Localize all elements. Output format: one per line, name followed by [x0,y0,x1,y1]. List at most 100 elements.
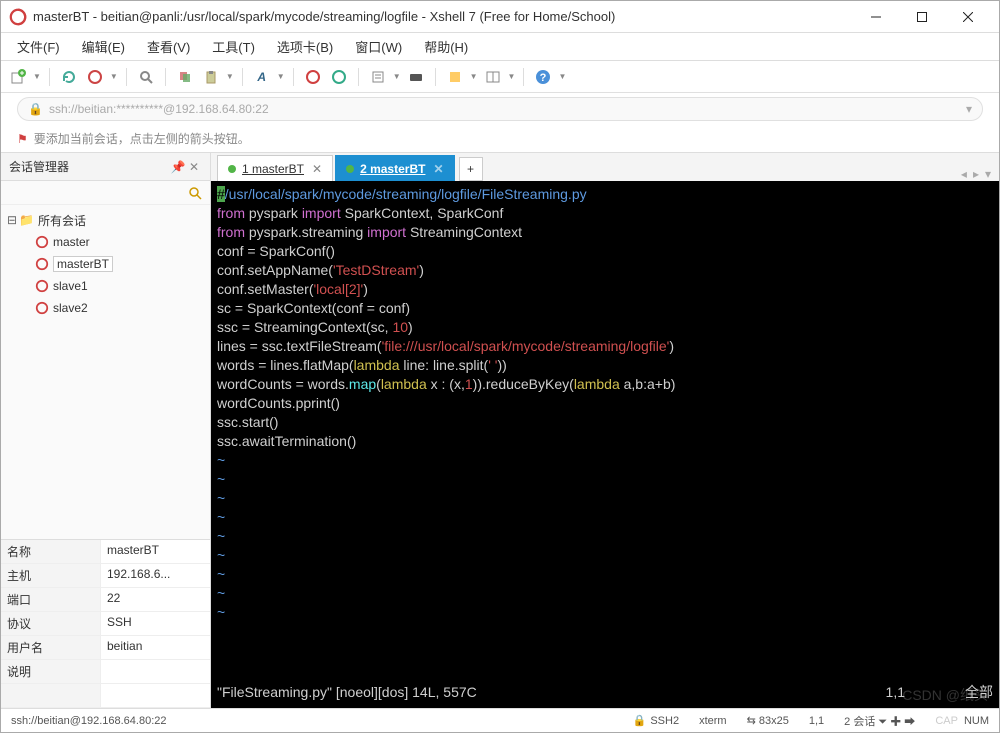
help-icon[interactable]: ? [532,66,554,88]
info-bar: ⚑ 要添加当前会话，点击左侧的箭头按钮。 [1,125,999,153]
highlight-icon[interactable] [444,66,466,88]
script-icon[interactable] [367,66,389,88]
menu-tabs[interactable]: 选项卡(B) [267,33,343,60]
status-term: xterm [699,715,727,727]
lock-icon: 🔒 [633,714,647,727]
session-icon [35,257,49,271]
expander-icon[interactable]: ⊟ [7,213,19,227]
session-item[interactable]: slave1 [1,275,210,297]
menu-bar: 文件(F) 编辑(E) 查看(V) 工具(T) 选项卡(B) 窗口(W) 帮助(… [1,33,999,61]
menu-view[interactable]: 查看(V) [137,33,200,60]
tab-bar: 1 masterBT ✕ 2 masterBT ✕ + ◂ ▸ ▾ [211,153,999,181]
window-title: masterBT - beitian@panli:/usr/local/spar… [33,9,853,24]
tab-label: 2 masterBT [360,162,425,176]
property-key: 协议 [1,612,101,635]
tree-root[interactable]: ⊟ 📁 所有会话 [1,209,210,231]
xshell-icon[interactable] [302,66,324,88]
property-key: 名称 [1,540,101,563]
tab-prev-icon[interactable]: ◂ [961,167,967,181]
tab-2[interactable]: 2 masterBT ✕ [335,155,454,181]
status-cap: CAP [935,715,958,727]
dropdown-icon[interactable]: ▼ [33,72,41,81]
status-dot-icon [346,165,354,173]
app-icon [9,8,27,26]
sidebar-title: 会话管理器 [9,158,69,175]
status-num: NUM [964,715,989,727]
copy-icon[interactable] [174,66,196,88]
property-key: 用户名 [1,636,101,659]
dropdown-icon[interactable]: ▼ [393,72,401,81]
maximize-button[interactable] [899,2,945,32]
tree-root-label: 所有会话 [38,212,86,229]
session-label: master [53,235,90,249]
new-session-icon[interactable] [7,66,29,88]
disconnect-icon[interactable] [84,66,106,88]
dropdown-icon[interactable]: ▼ [110,72,118,81]
menu-file[interactable]: 文件(F) [7,33,70,60]
tab-menu-icon[interactable]: ▾ [985,167,991,181]
properties-panel: 名称masterBT主机192.168.6...端口22协议SSH用户名beit… [1,539,210,708]
property-row: 端口22 [1,588,210,612]
tab-close-icon[interactable]: ✕ [312,162,322,176]
tab-close-icon[interactable]: ✕ [433,162,443,176]
lock-icon: 🔒 [28,102,43,116]
property-key: 端口 [1,588,101,611]
property-row: 名称masterBT [1,540,210,564]
xftp-icon[interactable] [328,66,350,88]
session-icon [35,235,49,249]
vim-status: "FileStreaming.py" [noeol][dos] 14L, 557… [217,683,993,702]
dropdown-icon[interactable]: ▼ [277,72,285,81]
property-key: 说明 [1,660,101,683]
pin-icon[interactable]: 📌 [170,159,186,175]
session-label: masterBT [53,256,113,272]
property-value: SSH [101,612,210,635]
property-value [101,660,210,683]
reconnect-icon[interactable] [58,66,80,88]
status-sessions: 2 会话 ⏷ ✚ ➡ [844,713,915,729]
property-row: 主机192.168.6... [1,564,210,588]
tab-label: 1 masterBT [242,162,304,176]
session-item[interactable]: masterBT [1,253,210,275]
tab-1[interactable]: 1 masterBT ✕ [217,155,333,181]
tab-next-icon[interactable]: ▸ [973,167,979,181]
close-button[interactable] [945,2,991,32]
property-value: beitian [101,636,210,659]
dropdown-icon[interactable]: ▾ [966,102,972,116]
status-ssh: SSH2 [650,715,679,727]
property-value: masterBT [101,540,210,563]
address-bar: 🔒 ssh://beitian:**********@192.168.64.80… [1,93,999,125]
dropdown-icon[interactable]: ▼ [558,72,566,81]
session-item[interactable]: master [1,231,210,253]
toolbar: ▼ ▼ ▼ A ▼ ▼ ▼ ▼ ? ▼ [1,61,999,93]
status-bar: ssh://beitian@192.168.64.80:22 🔒 SSH2 xt… [1,708,999,732]
session-label: slave2 [53,301,88,315]
session-item[interactable]: slave2 [1,297,210,319]
search-icon[interactable] [135,66,157,88]
menu-edit[interactable]: 编辑(E) [72,33,135,60]
terminal[interactable]: #/usr/local/spark/mycode/streaming/logfi… [211,181,999,708]
dropdown-icon[interactable]: ▼ [508,72,516,81]
paste-icon[interactable] [200,66,222,88]
address-input[interactable]: 🔒 ssh://beitian:**********@192.168.64.80… [17,97,983,121]
session-icon [35,279,49,293]
dropdown-icon[interactable]: ▼ [226,72,234,81]
font-icon[interactable]: A [251,66,273,88]
close-icon[interactable]: ✕ [186,159,202,175]
flag-icon: ⚑ [17,132,28,146]
status-address: ssh://beitian@192.168.64.80:22 [11,715,167,727]
address-text: ssh://beitian:**********@192.168.64.80:2… [49,102,269,116]
minimize-button[interactable] [853,2,899,32]
new-tab-button[interactable]: + [459,157,483,181]
svg-text:?: ? [540,72,547,84]
keymap-icon[interactable] [405,66,427,88]
sidebar-search[interactable] [1,181,210,205]
menu-help[interactable]: 帮助(H) [414,33,478,60]
layout-icon[interactable] [482,66,504,88]
menu-tools[interactable]: 工具(T) [202,33,265,60]
session-manager: 会话管理器 📌 ✕ ⊟ 📁 所有会话 master masterBT slave1 s… [1,153,211,708]
menu-window[interactable]: 窗口(W) [345,33,412,60]
property-value: 22 [101,588,210,611]
dropdown-icon[interactable]: ▼ [470,72,478,81]
status-pos: 1,1 [809,715,824,727]
property-row: 用户名beitian [1,636,210,660]
